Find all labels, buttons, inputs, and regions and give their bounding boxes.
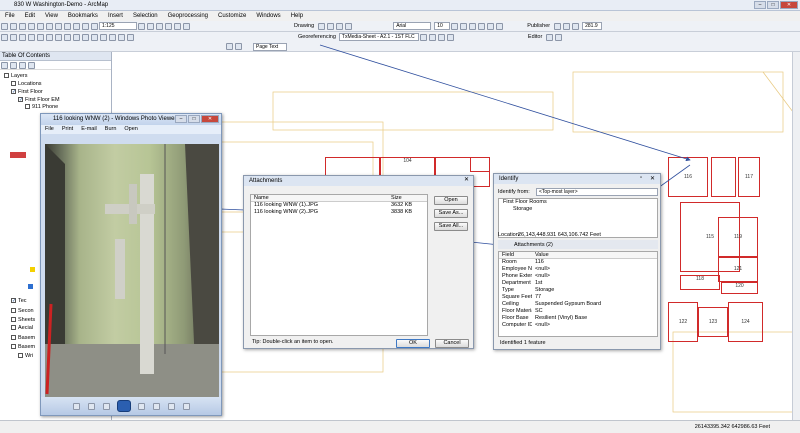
identify-close-icon[interactable]: ✕ bbox=[650, 175, 658, 182]
pv-menu-file[interactable]: File bbox=[45, 125, 54, 134]
photo-content bbox=[45, 144, 219, 398]
ok-button[interactable]: OK bbox=[396, 339, 430, 348]
attribute-row[interactable]: Ceiling Suspended Gypsum Board bbox=[499, 301, 657, 308]
tree-feature[interactable]: Storage bbox=[499, 206, 657, 213]
identify-window: Identify ▫ ✕ Identify from: <Top-most la… bbox=[493, 173, 661, 350]
attribute-value: Suspended Gypsum Board bbox=[535, 301, 602, 307]
attachments-dialog: Attachments ✕ Name Size 116 looking WNW … bbox=[243, 175, 474, 349]
attribute-field: Type bbox=[502, 287, 514, 293]
attribute-row[interactable]: Computer ID <null> bbox=[499, 322, 657, 329]
attribute-value: <null> bbox=[535, 266, 550, 272]
identify-footer: Identified 1 feature bbox=[500, 340, 546, 346]
status-bar: 26143395.342 642986.63 Feet bbox=[0, 420, 800, 433]
attribute-value: 116 bbox=[535, 259, 544, 265]
delete-photo-icon[interactable] bbox=[182, 402, 190, 410]
attachments-header: Name Size bbox=[251, 195, 427, 202]
attachment-name: 116 looking WNW (2).JPG bbox=[254, 209, 319, 215]
attribute-field: Floor Material bbox=[502, 308, 532, 314]
attribute-row[interactable]: Department 1st bbox=[499, 280, 657, 287]
identify-attributes: Field Value Room116Employee Name<null>Ph… bbox=[498, 251, 658, 337]
attribute-value: 77 bbox=[535, 294, 542, 300]
attachments-tip: Tip: Double-click an item to open. bbox=[252, 339, 334, 345]
attribute-field: Computer ID bbox=[502, 322, 532, 328]
attribute-value: Storage bbox=[535, 287, 555, 293]
pv-menu-email[interactable]: E-mail bbox=[81, 125, 97, 134]
attachment-row[interactable]: 116 looking WNW (2).JPG 3838 KB bbox=[251, 209, 427, 216]
pv-close-button[interactable]: ✕ bbox=[201, 115, 219, 123]
photo-viewer-menu: File Print E-mail Burn Open bbox=[41, 125, 221, 134]
attribute-field: Phone Extension bbox=[502, 273, 532, 279]
attribute-value: 1st bbox=[535, 280, 543, 286]
actual-size-icon[interactable] bbox=[87, 402, 95, 410]
col-value: Value bbox=[535, 252, 549, 258]
save-all-button[interactable]: Save All... bbox=[434, 222, 468, 231]
attachment-size: 3838 KB bbox=[391, 209, 413, 215]
identify-from-row: Identify from: <Top-most layer> bbox=[498, 187, 658, 196]
identify-from-label: Identify from: bbox=[498, 188, 530, 195]
location-value: 26,143,448.931 643,106.742 Feet bbox=[518, 231, 601, 238]
tree-layer[interactable]: First Floor Rooms bbox=[499, 199, 657, 206]
next-icon[interactable] bbox=[137, 402, 145, 410]
cancel-button[interactable]: Cancel bbox=[435, 339, 469, 348]
pv-maximize-button[interactable]: □ bbox=[188, 115, 200, 123]
pv-menu-print[interactable]: Print bbox=[62, 125, 73, 134]
attribute-row[interactable]: Room 116 bbox=[499, 259, 657, 266]
attachments-count[interactable]: Attachments (2) bbox=[498, 242, 553, 248]
attribute-row[interactable]: Floor Base Resilient (Vinyl) Base bbox=[499, 315, 657, 322]
save-as-button[interactable]: Save As... bbox=[434, 209, 468, 218]
attribute-value: SC bbox=[535, 308, 543, 314]
attribute-value: <null> bbox=[535, 273, 550, 279]
attribute-field: Square Feet bbox=[502, 294, 532, 300]
location-label: Location: bbox=[498, 231, 521, 238]
attachments-title: Attachments bbox=[244, 176, 473, 186]
slideshow-button[interactable] bbox=[116, 400, 131, 412]
photo-viewer-window: 116 looking WNW (2) - Windows Photo View… bbox=[40, 113, 222, 416]
attachment-name: 116 looking WNW (1).JPG bbox=[254, 202, 319, 208]
pv-minimize-button[interactable]: – bbox=[175, 115, 187, 123]
attributes-header: Field Value bbox=[499, 252, 657, 259]
col-size: Size bbox=[391, 195, 402, 201]
attachment-size: 3632 KB bbox=[391, 202, 413, 208]
attachments-row[interactable]: Attachments (2) bbox=[498, 240, 658, 249]
open-button[interactable]: Open bbox=[434, 196, 468, 205]
identify-pin-icon[interactable]: ▫ bbox=[640, 175, 648, 182]
attribute-row[interactable]: Type Storage bbox=[499, 287, 657, 294]
attribute-row[interactable]: Employee Name<null> bbox=[499, 266, 657, 273]
attribute-field: Floor Base bbox=[502, 315, 529, 321]
attribute-field: Room bbox=[502, 259, 517, 265]
attribute-field: Department bbox=[502, 280, 531, 286]
pv-menu-burn[interactable]: Burn bbox=[105, 125, 117, 134]
status-coordinates: 26143395.342 642986.63 Feet bbox=[694, 424, 770, 430]
identify-title: Identify bbox=[494, 174, 660, 184]
attachment-row[interactable]: 116 looking WNW (1).JPG 3632 KB bbox=[251, 202, 427, 209]
attachments-close-icon[interactable]: ✕ bbox=[462, 177, 471, 184]
rotate-right-icon[interactable] bbox=[167, 402, 175, 410]
attribute-field: Ceiling bbox=[502, 301, 519, 307]
location-row: Location: 26,143,448.931 643,106.742 Fee… bbox=[498, 230, 658, 239]
attribute-field: Employee Name bbox=[502, 266, 532, 272]
attribute-row[interactable]: Floor MaterialSC bbox=[499, 308, 657, 315]
col-name: Name bbox=[254, 195, 269, 201]
zoom-icon[interactable] bbox=[72, 402, 80, 410]
attribute-value: Resilient (Vinyl) Base bbox=[535, 315, 588, 321]
attribute-value: <null> bbox=[535, 322, 550, 328]
pv-menu-open[interactable]: Open bbox=[124, 125, 137, 134]
col-field: Field bbox=[502, 252, 514, 258]
photo-image bbox=[45, 144, 219, 398]
attribute-row[interactable]: Phone Extension<null> bbox=[499, 273, 657, 280]
identify-from-combo[interactable]: <Top-most layer> bbox=[536, 187, 658, 196]
attribute-row[interactable]: Square Feet 77 bbox=[499, 294, 657, 301]
photo-viewer-controls bbox=[41, 397, 221, 415]
rotate-left-icon[interactable] bbox=[152, 402, 160, 410]
previous-icon[interactable] bbox=[102, 402, 110, 410]
attachments-list: Name Size 116 looking WNW (1).JPG 3632 KB… bbox=[250, 194, 428, 336]
